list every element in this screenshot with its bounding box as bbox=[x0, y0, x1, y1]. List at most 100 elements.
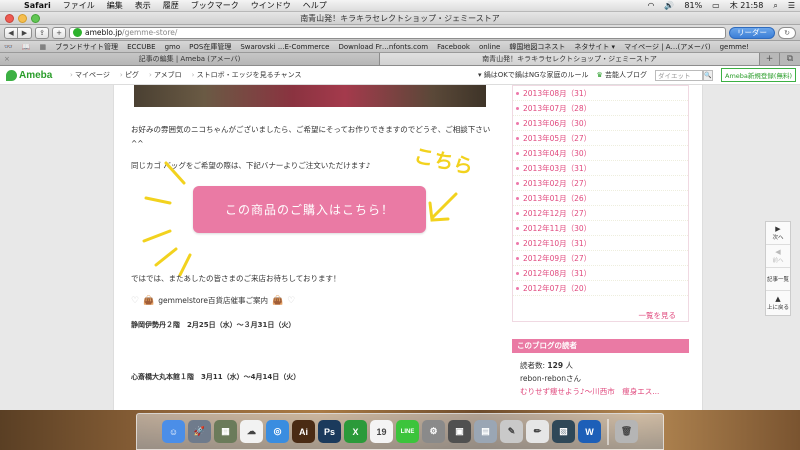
image-icon[interactable]: ▧ bbox=[552, 420, 575, 443]
add-bookmark-button[interactable]: + bbox=[52, 26, 66, 39]
bookmark-item[interactable]: gmo bbox=[165, 43, 181, 51]
pages-icon[interactable]: ✎ bbox=[500, 420, 523, 443]
readers-unit: 人 bbox=[565, 361, 573, 370]
bookmark-item[interactable]: ECCUBE bbox=[127, 43, 156, 51]
photos-icon[interactable]: ▦ bbox=[214, 420, 237, 443]
url-host: ameblo.jp bbox=[85, 28, 123, 37]
close-tab-icon[interactable]: × bbox=[4, 55, 10, 63]
bookmark-item[interactable]: 韓国地図コネスト bbox=[509, 42, 565, 52]
bookmark-item[interactable]: ブランドサイト管理 bbox=[55, 42, 118, 52]
archive-link[interactable]: 2013年01月（26） bbox=[513, 191, 688, 206]
word-icon[interactable]: W bbox=[578, 420, 601, 443]
next-article-button[interactable]: ▶ 次へ bbox=[766, 222, 790, 245]
illustrator-icon[interactable]: Ai bbox=[292, 420, 315, 443]
bookmark-item[interactable]: Swarovski ...E-Commerce bbox=[240, 43, 329, 51]
archive-link[interactable]: 2013年08月（31） bbox=[513, 86, 688, 101]
trending-topic[interactable]: ▾ 鍋はOKで鍋はNGな家庭のルール bbox=[478, 70, 589, 80]
ameba-search-input[interactable]: ダイエット bbox=[655, 69, 704, 81]
ray-mark bbox=[142, 229, 172, 243]
menu-edit[interactable]: 編集 bbox=[101, 0, 129, 11]
line-icon[interactable]: LINE bbox=[396, 420, 419, 443]
archive-link[interactable]: 2013年02月（27） bbox=[513, 176, 688, 191]
archive-link[interactable]: 2013年05月（27） bbox=[513, 131, 688, 146]
bookmarks-book-icon[interactable]: 📖 bbox=[22, 43, 31, 51]
excel-icon[interactable]: X bbox=[344, 420, 367, 443]
launchpad-icon[interactable]: 🚀 bbox=[188, 420, 211, 443]
photoshop-icon[interactable]: Ps bbox=[318, 420, 341, 443]
bag-icon: 👜 bbox=[143, 295, 155, 306]
bookmark-item[interactable]: gemme! bbox=[720, 43, 750, 51]
tab-gemme-store[interactable]: 南青山発！キラキラセレクトショップ・ジェミーストア bbox=[380, 53, 760, 65]
archive-link[interactable]: 2012年12月（27） bbox=[513, 206, 688, 221]
reader-name[interactable]: rebon-rebonさん bbox=[520, 372, 681, 385]
bookmark-item[interactable]: マイページ | A…(アメーバ) bbox=[624, 42, 711, 52]
battery-percent[interactable]: 81% bbox=[679, 1, 707, 10]
battery-icon[interactable]: ▭ bbox=[707, 1, 725, 10]
bookmark-item[interactable]: POS在庫管理 bbox=[189, 42, 231, 52]
blog-page: お好みの雰囲気のニコちゃんがございましたら、ご希望にそってお作りできますのでどう… bbox=[113, 85, 703, 410]
reading-list-icon[interactable]: 👓 bbox=[4, 43, 13, 51]
bookmark-item[interactable]: ネタサイト ▾ bbox=[574, 42, 615, 52]
signup-button[interactable]: Ameba新規登録(無料) bbox=[721, 68, 796, 82]
readers-box: 読者数: 129 人 rebon-rebonさん むりせず痩せよう♪〜川西市 痩… bbox=[512, 353, 689, 410]
new-tab-button[interactable]: + bbox=[760, 53, 780, 65]
prev-article-button[interactable]: ◀ 前へ bbox=[766, 245, 790, 268]
finder-icon[interactable]: ☺ bbox=[162, 420, 185, 443]
wifi-icon[interactable]: ◠ bbox=[642, 1, 659, 10]
tab-overview-icon[interactable]: ⧉ bbox=[780, 53, 800, 65]
volume-icon[interactable]: 🔊 bbox=[659, 1, 679, 10]
archive-link[interactable]: 2013年06月（30） bbox=[513, 116, 688, 131]
bookmark-item[interactable]: Facebook bbox=[437, 43, 470, 51]
reader-button[interactable]: リーダー bbox=[729, 26, 775, 39]
menu-file[interactable]: ファイル bbox=[57, 0, 101, 11]
spotlight-icon[interactable]: ⌕ bbox=[768, 1, 782, 11]
preview-icon[interactable]: ▤ bbox=[474, 420, 497, 443]
back-button[interactable]: ◀ bbox=[4, 26, 18, 39]
bookmark-item[interactable]: Download Fr…nfonts.com bbox=[338, 43, 428, 51]
archive-more-link[interactable]: 一覧を見る bbox=[639, 310, 677, 321]
back-to-top-button[interactable]: ▲ 上に戻る bbox=[766, 291, 790, 314]
grid-icon[interactable]: ▦ bbox=[39, 43, 46, 51]
archive-link[interactable]: 2012年07月（20） bbox=[513, 281, 688, 296]
ameba-leaf-icon bbox=[6, 69, 17, 81]
address-bar[interactable]: ameblo.jp /gemme-store/ bbox=[69, 26, 726, 39]
refresh-button[interactable]: ↻ bbox=[778, 26, 796, 39]
buy-button[interactable]: この商品のご購入はこちら！ bbox=[193, 186, 426, 233]
menu-view[interactable]: 表示 bbox=[129, 0, 157, 11]
archive-link[interactable]: 2013年07月（28） bbox=[513, 101, 688, 116]
safari-icon[interactable]: ◎ bbox=[266, 420, 289, 443]
ameba-logo[interactable]: Ameba bbox=[0, 69, 70, 81]
contacts-icon[interactable]: ☁ bbox=[240, 420, 263, 443]
forward-button[interactable]: ▶ bbox=[18, 26, 32, 39]
menu-help[interactable]: ヘルプ bbox=[297, 0, 333, 11]
bookmark-item[interactable]: online bbox=[479, 43, 500, 51]
famous-blog-link[interactable]: ♛ 芸能人ブログ bbox=[597, 70, 648, 80]
menu-window[interactable]: ウインドウ bbox=[245, 0, 297, 11]
archive-link[interactable]: 2012年08月（31） bbox=[513, 266, 688, 281]
archive-link[interactable]: 2013年04月（30） bbox=[513, 146, 688, 161]
nav-mypage[interactable]: マイページ bbox=[70, 70, 110, 80]
menu-bookmarks[interactable]: ブックマーク bbox=[185, 0, 245, 11]
nav-pigg[interactable]: ピグ bbox=[120, 70, 139, 80]
trash-icon[interactable]: 🗑 bbox=[615, 420, 638, 443]
search-icon[interactable]: 🔍 bbox=[703, 69, 714, 81]
menu-history[interactable]: 履歴 bbox=[157, 0, 185, 11]
nav-strobe-edge[interactable]: ストロボ・エッジを見るチャンス bbox=[192, 70, 302, 80]
calendar-icon[interactable]: 19 bbox=[370, 420, 393, 443]
article-list-button[interactable]: 記事一覧 bbox=[766, 268, 790, 291]
tab-edit-article[interactable]: × 記事の編集 | Ameba (アメーバ) bbox=[0, 53, 380, 65]
reader-blog-link[interactable]: むりせず痩せよう♪〜川西市 痩身エス... bbox=[520, 385, 681, 398]
menubar-clock[interactable]: 木 21:58 bbox=[725, 0, 769, 11]
menu-app[interactable]: Safari bbox=[18, 1, 57, 10]
notification-icon[interactable]: ☰ bbox=[783, 1, 800, 10]
archive-link[interactable]: 2012年11月（30） bbox=[513, 221, 688, 236]
archive-link[interactable]: 2012年10月（31） bbox=[513, 236, 688, 251]
system-preferences-icon[interactable]: ⚙ bbox=[422, 420, 445, 443]
archive-link[interactable]: 2013年03月（31） bbox=[513, 161, 688, 176]
archive-link[interactable]: 2012年09月（27） bbox=[513, 251, 688, 266]
screenshot-icon[interactable]: ▣ bbox=[448, 420, 471, 443]
menubar-status: ◠ 🔊 81% ▭ 木 21:58 ⌕ ☰ bbox=[642, 0, 800, 11]
share-button[interactable]: ⇪ bbox=[35, 26, 49, 39]
textedit-icon[interactable]: ✏ bbox=[526, 420, 549, 443]
nav-ameblo[interactable]: アメブロ bbox=[149, 70, 182, 80]
